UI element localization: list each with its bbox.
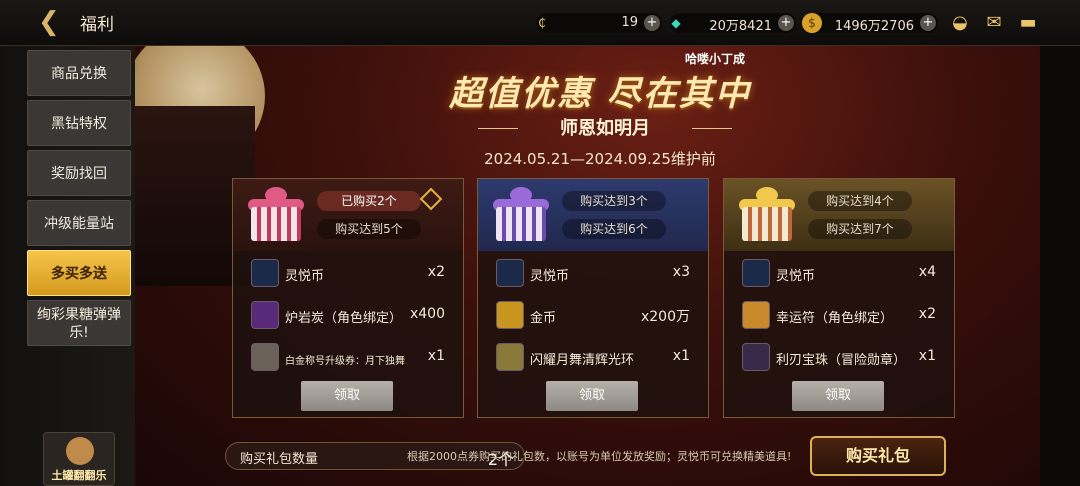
reward-row: 炉岩炭（角色绑定） x400 — [247, 301, 453, 331]
author-watermark: 哈喽小丁成 — [685, 52, 746, 66]
sidebar-item-level-station[interactable]: 冲级能量站 — [27, 200, 131, 246]
currency-gold: $ 1496万2706 + — [802, 13, 938, 34]
reward-row: 利刃宝珠（冒险勋章） x1 — [738, 343, 944, 373]
mail-icon[interactable]: ✉ — [982, 12, 1006, 34]
tier-pill: 购买达到3个 — [562, 191, 666, 211]
purple-gem-icon — [251, 301, 279, 329]
sidebar-item-exchange[interactable]: 商品兑换 — [27, 50, 131, 96]
c-coin-icon: ₵ — [538, 16, 546, 30]
gift-box-icon — [247, 185, 305, 243]
mini-game-button[interactable]: 土罐翻翻乐 — [43, 432, 115, 486]
jar-icon — [66, 437, 94, 465]
reward-card-1: 已购买2个 购买达到5个 灵悦币 x2 炉岩炭（角色绑定） x400 白金称号升级券… — [232, 178, 464, 418]
currency-crystal: ◆ 20万8421 + — [670, 13, 796, 34]
add-c-coin-button[interactable]: + — [644, 15, 660, 31]
claim-button[interactable]: 领取 — [546, 381, 638, 411]
halo-icon — [496, 343, 524, 371]
add-gold-button[interactable]: + — [920, 15, 936, 31]
gem-icon — [742, 343, 770, 371]
chat-icon[interactable]: ▬ — [1016, 12, 1040, 34]
diamond-badge-icon — [419, 187, 443, 211]
reward-row: 闪耀月舞清辉光环 x1 — [492, 343, 698, 373]
tier-pill: 购买达到7个 — [808, 219, 912, 239]
tier-pill: 购买达到5个 — [317, 219, 421, 239]
gold-bars-icon — [496, 301, 524, 329]
headline: 超值优惠 尽在其中 — [449, 74, 751, 114]
sidebar: 商品兑换 黑钻特权 奖励找回 冲级能量站 多买多送 绚彩果糖弹弹乐! — [0, 46, 135, 486]
reward-row: 灵悦币 x3 — [492, 259, 698, 289]
back-arrow-icon[interactable]: ❮ — [38, 8, 68, 36]
add-crystal-button[interactable]: + — [778, 15, 794, 31]
coin-icon — [742, 259, 770, 287]
tier-pill: 购买达到4个 — [808, 191, 912, 211]
tier-pill: 已购买2个 — [317, 191, 421, 211]
event-dates: 2024.05.21—2024.09.25维护前 — [484, 150, 716, 168]
gift-box-icon — [738, 185, 796, 243]
treasure-bag-icon[interactable]: ◒ — [948, 12, 972, 34]
tier-pill: 购买达到6个 — [562, 219, 666, 239]
coin-icon — [496, 259, 524, 287]
reward-card-2: 购买达到3个 购买达到6个 灵悦币 x3 金币 x200万 闪耀月舞清辉光环 x1 领… — [477, 178, 709, 418]
sidebar-item-buy-more[interactable]: 多买多送 — [27, 250, 131, 296]
top-bar: ❮ 福利 ₵ 19 + ◆ 20万8421 + $ 1496万2706 + ◒ … — [0, 0, 1080, 46]
subtitle: 师恩如明月 — [478, 116, 732, 142]
lucky-charm-icon — [742, 301, 770, 329]
reward-row: 金币 x200万 — [492, 301, 698, 331]
coin-icon — [251, 259, 279, 287]
claim-button[interactable]: 领取 — [792, 381, 884, 411]
reward-card-3: 购买达到4个 购买达到7个 灵悦币 x4 幸运符（角色绑定） x2 利刃宝珠（冒险勋… — [723, 178, 955, 418]
reward-row: 幸运符（角色绑定） x2 — [738, 301, 944, 331]
reward-row: 白金称号升级券：月下独舞 x1 — [247, 343, 453, 373]
buy-package-button[interactable]: 购买礼包 — [810, 436, 946, 476]
sidebar-item-candy[interactable]: 绚彩果糖弹弹乐! — [27, 300, 131, 346]
reward-row: 灵悦币 x2 — [247, 259, 453, 289]
sidebar-item-reward-recovery[interactable]: 奖励找回 — [27, 150, 131, 196]
gold-coin-icon: $ — [802, 13, 822, 33]
main-panel: 超值优惠 尽在其中 师恩如明月 2024.05.21—2024.09.25维护前… — [135, 46, 1040, 486]
currency-c-coin: ₵ 19 + — [536, 13, 662, 33]
green-crystal-icon: ◆ — [671, 16, 681, 30]
voucher-icon — [251, 343, 279, 371]
reward-row: 灵悦币 x4 — [738, 259, 944, 289]
gift-box-icon — [492, 185, 550, 243]
claim-button[interactable]: 领取 — [301, 381, 393, 411]
rules-note: 根据2000点券购买的礼包数，以账号为单位发放奖励；灵悦币可兑换精美道具! — [407, 450, 792, 463]
page-title: 福利 — [80, 15, 114, 35]
sidebar-item-black-diamond[interactable]: 黑钻特权 — [27, 100, 131, 146]
right-edge — [1040, 46, 1080, 486]
